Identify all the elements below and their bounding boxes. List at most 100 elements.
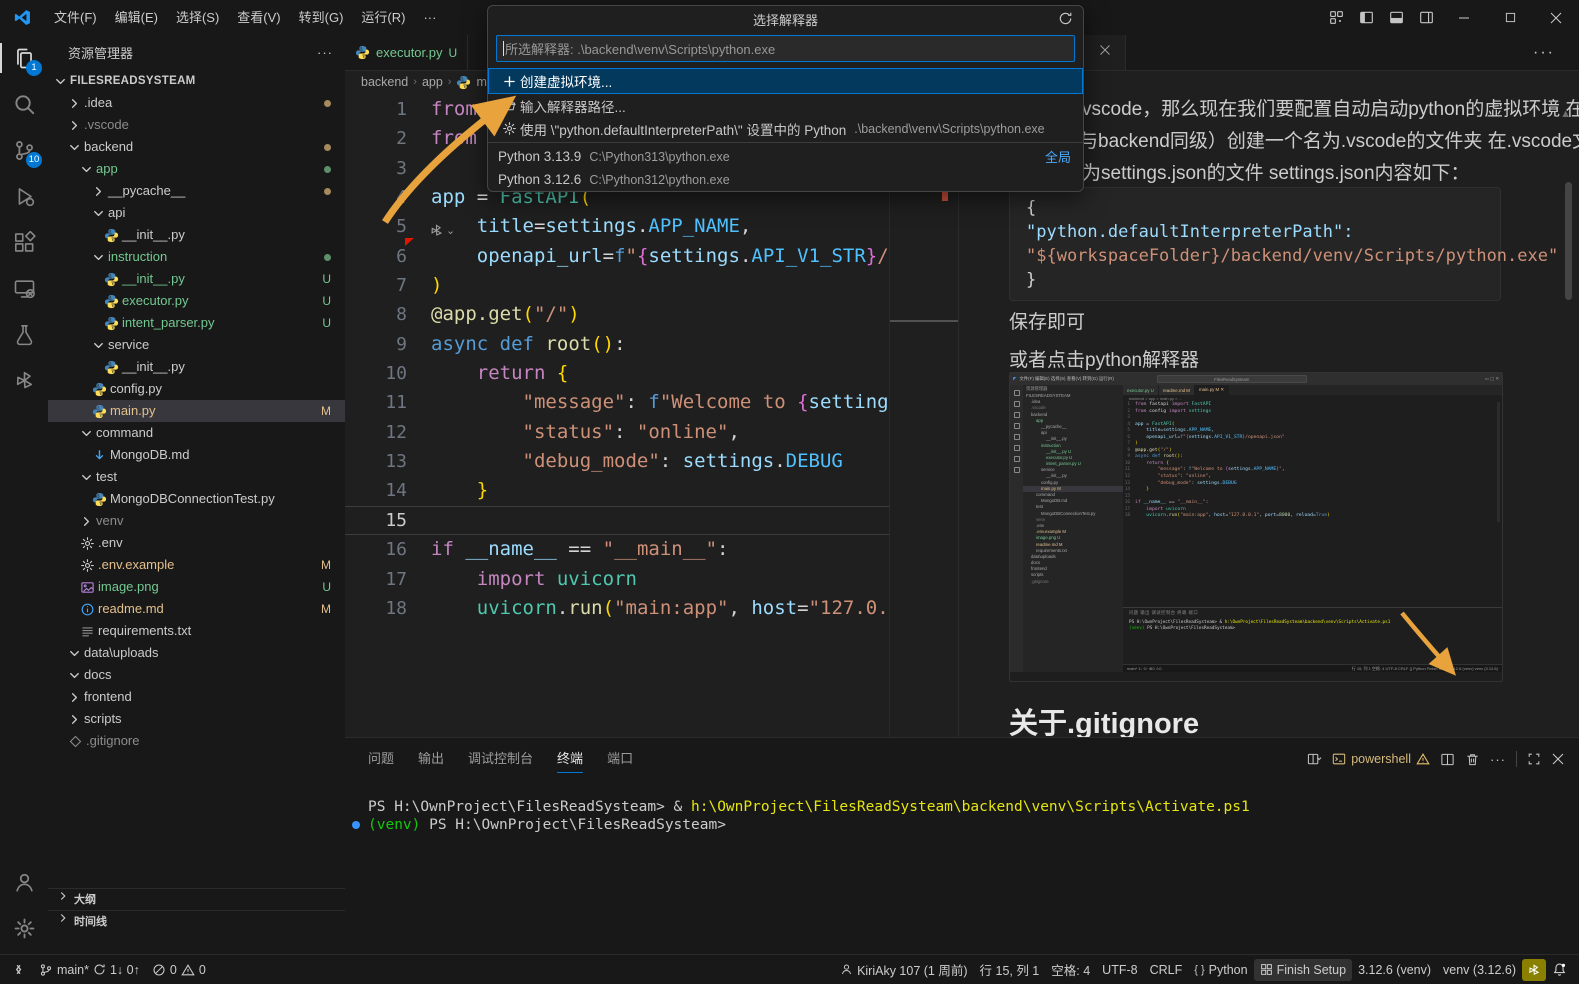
tree-item[interactable]: intent_parser.pyU — [48, 312, 345, 334]
tree-item[interactable]: docs — [48, 664, 345, 686]
preview-scrollbar[interactable] — [1563, 110, 1573, 737]
close-panel-icon[interactable] — [1551, 752, 1565, 766]
preview-more-icon[interactable]: ··· — [1533, 35, 1555, 70]
tree-item[interactable]: frontend — [48, 686, 345, 708]
tree-item[interactable]: instruction — [48, 246, 345, 268]
menu-5[interactable]: 运行(R) — [352, 0, 414, 35]
toggle-secondary-sidebar-icon[interactable] — [1411, 0, 1441, 35]
panel-tab-端口[interactable]: 端口 — [607, 746, 633, 772]
panel-tab-问题[interactable]: 问题 — [368, 746, 394, 772]
panel-tab-终端[interactable]: 终端 — [557, 746, 583, 773]
maximize-panel-icon[interactable] — [1527, 752, 1541, 766]
activity-explorer[interactable]: 1 — [0, 35, 48, 81]
panel-tab-调试控制台[interactable]: 调试控制台 — [468, 746, 533, 772]
tree-item[interactable]: .idea — [48, 92, 345, 114]
remote-indicator[interactable] — [6, 959, 33, 981]
interpreter-option-2[interactable]: 使用 \"python.defaultInterpreterPath\" 设置中… — [488, 117, 1083, 140]
customize-layout-icon[interactable] — [1321, 0, 1351, 35]
tree-item[interactable]: readme.mdM — [48, 598, 345, 620]
toggle-panel-icon[interactable] — [1381, 0, 1411, 35]
outline-section[interactable]: 大纲 — [48, 888, 345, 911]
extension-pinwheel-icon[interactable] — [1522, 959, 1546, 981]
tree-item[interactable]: image.pngU — [48, 576, 345, 598]
tree-item[interactable]: requirements.txt — [48, 620, 345, 642]
tree-item[interactable]: main.pyM — [48, 400, 345, 422]
cursor-position-status[interactable]: 行 15, 列 1 — [974, 959, 1046, 981]
git-blame-status[interactable]: KiriAky 107 (1 周前) — [834, 959, 973, 981]
indentation-status[interactable]: 空格: 4 — [1045, 959, 1096, 981]
panel-more-icon[interactable]: ··· — [1490, 752, 1506, 767]
tree-item[interactable]: app — [48, 158, 345, 180]
notifications-bell-icon[interactable] — [1546, 959, 1573, 981]
breadcrumb-item[interactable]: backend — [361, 75, 408, 89]
menu-3[interactable]: 查看(V) — [228, 0, 289, 35]
activity-scm[interactable]: 10 — [0, 127, 48, 173]
menu-2[interactable]: 选择(S) — [167, 0, 228, 35]
language-status[interactable]: { } Python — [1188, 959, 1253, 981]
tree-item[interactable]: scripts — [48, 708, 345, 730]
panel-tab-输出[interactable]: 输出 — [418, 746, 444, 772]
tree-item[interactable]: .gitignore — [48, 730, 345, 752]
interpreter-search-input[interactable]: 所选解释器: .\backend\venv\Scripts\python.exe — [496, 35, 1075, 62]
tree-item[interactable]: MongoDBConnectionTest.py — [48, 488, 345, 510]
tree-item[interactable]: venv — [48, 510, 345, 532]
tree-item[interactable]: __init__.pyU — [48, 268, 345, 290]
tree-item[interactable]: api — [48, 202, 345, 224]
interpreter-option-3[interactable]: Python 3.13.9C:\Python313\python.exe全局 — [488, 145, 1083, 168]
close-window-button[interactable] — [1533, 0, 1579, 35]
menu-0[interactable]: 文件(F) — [45, 0, 106, 35]
tree-item[interactable]: .vscode — [48, 114, 345, 136]
tree-item[interactable]: __pycache__ — [48, 180, 345, 202]
minimap-slider[interactable] — [890, 320, 958, 322]
tab-executor-py[interactable]: executor.py U — [345, 35, 468, 70]
tree-item[interactable]: executor.pyU — [48, 290, 345, 312]
encoding-status[interactable]: UTF-8 — [1096, 959, 1143, 981]
tree-item[interactable]: MongoDB.md — [48, 444, 345, 466]
tree-item[interactable]: __init__.py — [48, 224, 345, 246]
problems-status[interactable]: 0 0 — [146, 959, 212, 981]
task-status[interactable]: Finish Setup — [1254, 959, 1352, 981]
tree-item[interactable]: __init__.py — [48, 356, 345, 378]
toggle-sidebar-icon[interactable] — [1351, 0, 1381, 35]
terminal-output[interactable]: PS H:\OwnProject\FilesReadSysteam> & h:\… — [368, 798, 1569, 951]
tree-item[interactable]: data\uploads — [48, 642, 345, 664]
interpreter-option-1[interactable]: 输入解释器路径... — [488, 94, 1083, 117]
explorer-more-icon[interactable]: ··· — [317, 45, 333, 60]
split-terminal-dropdown-icon[interactable] — [1307, 752, 1322, 767]
eol-status[interactable]: CRLF — [1144, 959, 1189, 981]
activity-extensions[interactable] — [0, 219, 48, 265]
menu-1[interactable]: 编辑(E) — [106, 0, 167, 35]
terminal-instance-powershell[interactable]: powershell — [1332, 752, 1430, 766]
tree-item[interactable]: command — [48, 422, 345, 444]
minimize-button[interactable] — [1441, 0, 1487, 35]
split-icon[interactable] — [1440, 752, 1455, 767]
tree-item[interactable]: .env.exampleM — [48, 554, 345, 576]
python-env-status[interactable]: venv (3.12.6) — [1437, 959, 1522, 981]
close-tab-icon[interactable] — [1099, 44, 1111, 59]
activity-debug[interactable] — [0, 173, 48, 219]
refresh-icon[interactable] — [1058, 11, 1073, 26]
activity-account[interactable] — [0, 859, 48, 905]
tree-item[interactable]: .env — [48, 532, 345, 554]
maximize-button[interactable] — [1487, 0, 1533, 35]
interpreter-option-0[interactable]: 创建虚拟环境... — [488, 68, 1083, 94]
interpreter-option-4[interactable]: Python 3.12.6C:\Python312\python.exe — [488, 168, 1083, 191]
activity-search[interactable] — [0, 81, 48, 127]
activity-pinwheel[interactable] — [0, 357, 48, 403]
copilot-inline-icon[interactable]: ⌄ — [429, 223, 455, 238]
activity-testing[interactable] — [0, 311, 48, 357]
tree-item[interactable]: config.py — [48, 378, 345, 400]
tree-item[interactable]: backend — [48, 136, 345, 158]
python-interpreter-status[interactable]: 3.12.6 (venv) — [1352, 959, 1437, 981]
breadcrumb-item[interactable]: app — [422, 75, 443, 89]
tree-item[interactable]: service — [48, 334, 345, 356]
activity-settings[interactable] — [0, 905, 48, 951]
menu-4[interactable]: 转到(G) — [290, 0, 353, 35]
timeline-section[interactable]: 时间线 — [48, 910, 345, 933]
tree-item[interactable]: test — [48, 466, 345, 488]
menu-more[interactable]: ··· — [414, 0, 445, 35]
git-branch-status[interactable]: main* 1↓ 0↑ — [33, 959, 146, 981]
trash-icon[interactable] — [1465, 752, 1480, 767]
activity-remote[interactable] — [0, 265, 48, 311]
tree-item[interactable]: FILESREADSYSTEAM — [48, 70, 345, 92]
